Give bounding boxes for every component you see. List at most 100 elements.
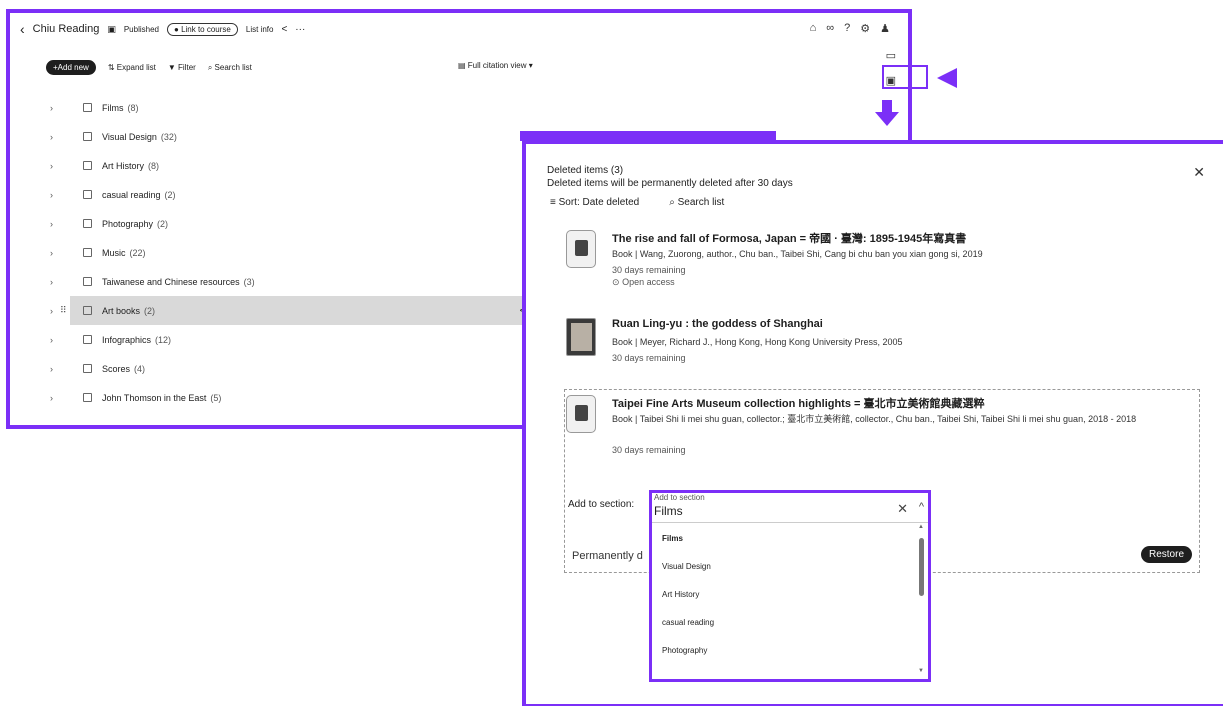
item-remaining: 30 days remaining — [612, 353, 686, 363]
dropdown-scrollbar[interactable]: ▲ ▼ — [918, 524, 926, 674]
expand-list-button[interactable]: ⇅ Expand list — [108, 63, 156, 72]
link-icon[interactable]: ∞ — [826, 22, 834, 35]
dropdown-option[interactable]: Art History — [652, 580, 922, 608]
section-checkbox[interactable] — [83, 161, 92, 170]
chevron-right-icon[interactable]: › — [50, 219, 53, 229]
item-title[interactable]: The rise and fall of Formosa, Japan = 帝國… — [612, 230, 966, 246]
drag-handle-icon[interactable]: ⠿ — [60, 305, 67, 316]
graduation-cap-icon: ● — [173, 24, 179, 34]
dropdown-option[interactable]: Visual Design — [652, 552, 922, 580]
close-icon[interactable]: ✕ — [1193, 164, 1205, 181]
dropdown-option[interactable]: casual reading — [652, 608, 922, 636]
topbar-icons: ⌂ ∞ ? ⚙ ♟ — [810, 22, 890, 35]
search-list-button[interactable]: ⌕ Search list — [669, 197, 724, 208]
book-icon — [566, 230, 596, 268]
section-count: (4) — [134, 363, 146, 374]
restore-button[interactable]: Restore — [1141, 546, 1193, 563]
search-icon: ⌕ — [669, 197, 675, 208]
section-count: (2) — [164, 189, 176, 200]
section-label: casual reading — [102, 189, 161, 200]
chevron-right-icon[interactable]: › — [50, 248, 53, 258]
section-checkbox[interactable] — [83, 306, 92, 315]
sort-button[interactable]: ≡ Sort: Date deleted — [550, 197, 639, 208]
panel-header: Deleted items (3) Deleted items will be … — [547, 164, 793, 190]
dropdown-value[interactable]: Films — [654, 504, 683, 518]
filter-button[interactable]: ▼ Filter — [168, 63, 196, 72]
section-label: Photography — [102, 218, 154, 229]
more-icon[interactable]: ··· — [295, 24, 305, 35]
scroll-down-icon[interactable]: ▼ — [918, 668, 924, 674]
section-checkbox[interactable] — [83, 248, 92, 257]
item-title[interactable]: Taipei Fine Arts Museum collection highl… — [612, 395, 985, 411]
list-topbar: ‹ Chiu Reading ▣ Published ● Link to cou… — [10, 13, 908, 45]
section-count: (2) — [144, 305, 156, 316]
section-checkbox[interactable] — [83, 219, 92, 228]
section-label: Films — [102, 102, 124, 113]
item-meta: Book | Taibei Shi li mei shu guan, colle… — [612, 414, 1137, 424]
dropdown-option[interactable]: Films — [652, 524, 922, 552]
caret-down-icon: ▾ — [528, 61, 533, 70]
section-count: (22) — [129, 247, 146, 258]
comment-icon[interactable]: ▭ — [886, 49, 896, 62]
chevron-right-icon[interactable]: › — [50, 103, 53, 113]
panel-tools: ≡ Sort: Date deleted ⌕ Search list — [550, 197, 724, 208]
add-new-button[interactable]: +Add new — [46, 60, 96, 75]
chevron-right-icon[interactable]: › — [50, 132, 53, 142]
section-row[interactable]: › Films (8) — [10, 93, 908, 122]
section-count: (32) — [160, 131, 177, 142]
add-to-section-dropdown[interactable]: Add to section Films ✕ ^ Films Visual De… — [649, 490, 931, 682]
user-icon[interactable]: ♟ — [880, 22, 890, 35]
library-icon[interactable]: ⌂ — [810, 22, 817, 35]
chevron-right-icon[interactable]: › — [50, 393, 53, 403]
section-label: Taiwanese and Chinese resources — [102, 276, 240, 287]
chevron-right-icon[interactable]: › — [50, 364, 53, 374]
permanently-delete-button[interactable]: Permanently d — [572, 550, 643, 562]
section-checkbox[interactable] — [83, 393, 92, 402]
chevron-right-icon[interactable]: › — [50, 306, 53, 316]
list-info-link[interactable]: List info — [246, 25, 274, 34]
scrollbar-thumb[interactable] — [919, 538, 924, 596]
section-checkbox[interactable] — [83, 364, 92, 373]
dropdown-options: Films Visual Design Art History casual r… — [652, 524, 922, 664]
section-count: (5) — [210, 392, 222, 403]
chevron-up-icon[interactable]: ^ — [919, 501, 924, 513]
section-checkbox[interactable] — [83, 277, 92, 286]
chevron-right-icon[interactable]: › — [50, 190, 53, 200]
section-checkbox[interactable] — [83, 132, 92, 141]
chevron-right-icon[interactable]: › — [50, 335, 53, 345]
filter-icon: ▼ — [167, 63, 176, 72]
chevron-right-icon[interactable]: › — [50, 277, 53, 287]
book-icon — [566, 395, 596, 433]
citation-view-select[interactable]: ▤ Full citation view ▾ — [458, 61, 533, 70]
search-list-button[interactable]: ⌕ Search list — [208, 63, 252, 73]
deleted-items-highlight — [882, 65, 928, 89]
section-checkbox[interactable] — [83, 335, 92, 344]
back-chevron-icon[interactable]: ‹ — [20, 21, 25, 37]
section-count: (3) — [243, 276, 255, 287]
item-access: Open access — [622, 277, 675, 287]
link-to-course-button[interactable]: ● Link to course — [166, 22, 238, 36]
item-remaining: 30 days remaining — [612, 265, 686, 275]
chevron-right-icon[interactable]: › — [50, 161, 53, 171]
scroll-up-icon[interactable]: ▲ — [918, 524, 924, 530]
list-toolbar: +Add new ⇅ Expand list ▼ Filter ⌕ Search… — [46, 60, 252, 75]
section-checkbox[interactable] — [83, 103, 92, 112]
item-title[interactable]: Ruan Ling-yu : the goddess of Shanghai — [612, 318, 823, 330]
filter-label: Filter — [178, 63, 196, 72]
section-row-active[interactable]: ›⠿Art books(2)< — [50, 296, 530, 325]
section-label: Art books — [102, 305, 141, 316]
search-list-label: Search list — [677, 197, 725, 208]
section-label: Scores — [102, 363, 131, 374]
dropdown-divider — [652, 522, 928, 523]
clear-icon[interactable]: ✕ — [897, 501, 908, 517]
add-to-section-label: Add to section: — [568, 499, 635, 510]
help-icon[interactable]: ? — [844, 22, 850, 35]
citation-view-icon: ▤ — [458, 61, 466, 70]
share-icon[interactable]: < — [281, 24, 287, 35]
deleted-heading: Deleted items (3) — [547, 165, 624, 176]
section-checkbox[interactable] — [83, 190, 92, 199]
sort-label: Sort: Date deleted — [558, 197, 640, 208]
dropdown-option[interactable]: Photography — [652, 636, 922, 664]
section-count: (12) — [155, 334, 172, 345]
gear-icon[interactable]: ⚙ — [860, 22, 870, 35]
